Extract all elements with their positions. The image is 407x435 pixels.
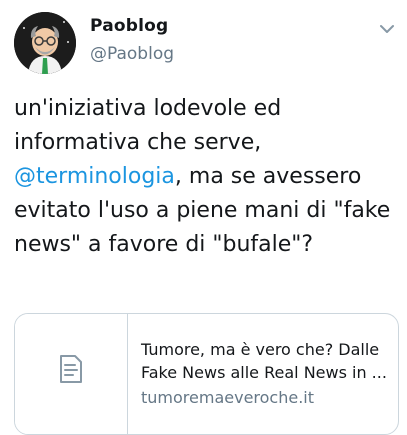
link-preview-card[interactable]: Tumore, ma è vero che? Dalle Fake News a…	[14, 313, 399, 435]
link-card-title-line-1: Tumore, ma è vero che? Dalle	[141, 340, 380, 359]
tweet-text: un'iniziativa lodevole ed informativa ch…	[14, 92, 399, 262]
tweet-header: Paoblog @Paoblog	[0, 0, 407, 90]
mention-link[interactable]: @terminologia	[14, 164, 175, 189]
tweet-text-part-1: un'iniziativa lodevole ed informativa ch…	[14, 96, 282, 155]
link-card-body: Tumore, ma è vero che? Dalle Fake News a…	[141, 338, 391, 409]
author-display-name[interactable]: Paoblog	[90, 16, 168, 36]
cartoon-avatar-icon[interactable]	[14, 12, 76, 74]
link-card-thumbnail	[15, 314, 128, 434]
link-card-title-line-2: Fake News alle Real News in ...	[141, 363, 387, 382]
link-card-domain: tumoremaeveroche.it	[141, 388, 315, 407]
chevron-down-icon[interactable]	[376, 18, 398, 40]
author-handle[interactable]: @Paoblog	[90, 44, 174, 64]
document-icon	[53, 352, 87, 386]
